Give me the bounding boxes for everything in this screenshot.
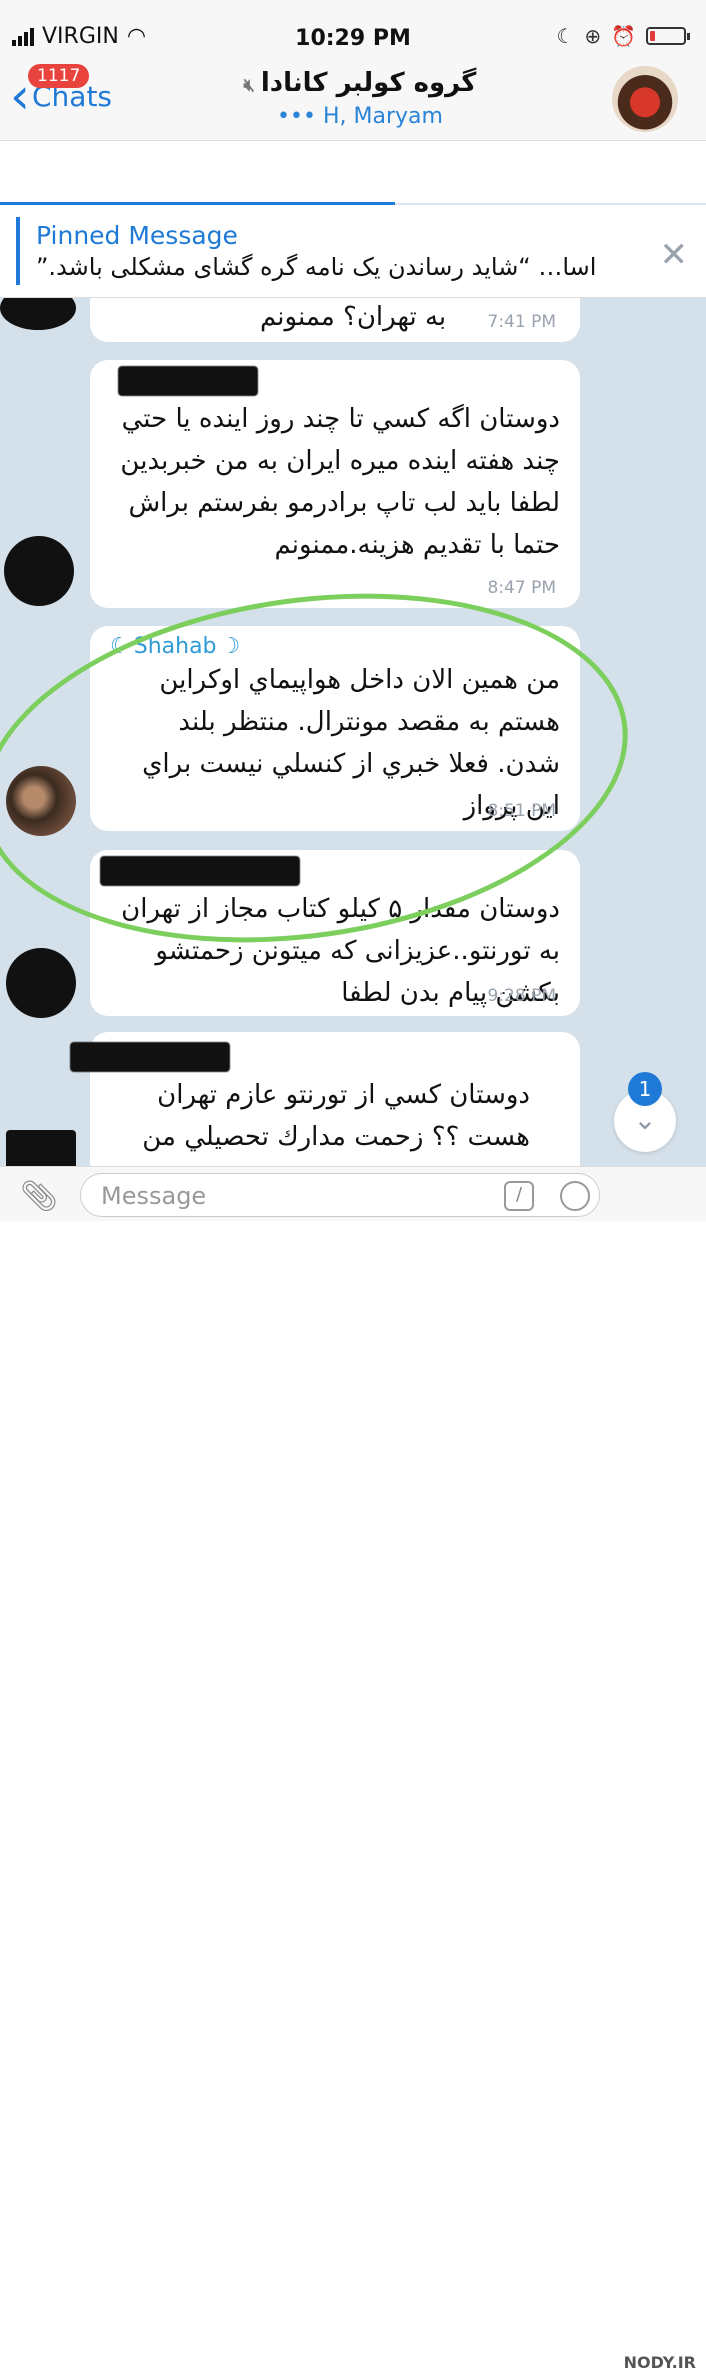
chat-title-row[interactable]: گروه کولبر کانادا🔇︎ [150,68,570,98]
message-bubble[interactable]: دوستان كسي از تورنتو عازم تهران هست ؟؟ ز… [70,1032,580,1166]
typing-status: ••• H, Maryam [277,104,443,129]
command-icon[interactable]: / [504,1181,534,1211]
message-bubble[interactable]: دوستان مقدار ۵ کیلو کتاب مجاز از تهران ب… [90,850,580,1016]
avatar[interactable] [6,1130,76,1166]
sender-row: ☾ Shahab ☽ [110,626,560,659]
pinned-accent-bar [16,217,20,285]
avatar[interactable] [4,536,74,606]
avatar[interactable] [6,948,76,1018]
redacted-sender [100,856,300,886]
status-bar: VIRGIN ◠ 10:29 PM ☾ ⊕ ⏰ [0,0,706,60]
chat-header: ‹ Chats 1117 گروه کولبر کانادا🔇︎ ••• H, … [0,58,706,141]
status-icons: ☾ ⊕ ⏰ [556,24,690,48]
message-time: 7:41 PM [487,312,557,332]
avatar[interactable] [0,298,76,330]
group-avatar[interactable] [612,66,678,132]
chevron-down-icon: ⌄ [633,1103,657,1136]
pinned-text: اسا… “شاید رساندن یک نامه گره گشای مشکلی… [36,253,597,281]
message-list[interactable]: به تهران؟ ممنونم 7:41 PM دوستان اگه كسي … [0,298,706,1166]
unread-badge: 1117 [28,64,90,88]
sticker-icon[interactable] [560,1181,590,1211]
redacted-sender [118,366,258,396]
message-bubble[interactable]: به تهران؟ ممنونم 7:41 PM [90,298,580,342]
avatar[interactable] [6,766,76,836]
chat-title: گروه کولبر کانادا [260,68,477,98]
composer: 📎︎ Message / NODY.IR [0,1166,706,2372]
watermark: NODY.IR [623,2353,696,2372]
alarm-icon: ⏰ [611,24,636,48]
message-bubble[interactable]: دوستان اگه كسي تا چند روز اينده يا حتي چ… [90,360,580,608]
redacted-sender [70,1042,230,1072]
chevron-left-icon: ‹ [10,67,30,125]
mute-icon: 🔇︎ [243,75,255,96]
paperclip-icon[interactable]: 📎︎ [20,1179,58,1214]
message-time: 9:28 PM [487,986,557,1006]
pinned-message[interactable]: Pinned Message اسا… “شاید رساندن یک نامه… [0,205,706,298]
crescent-icon: ☾ [110,634,130,659]
battery-icon [646,27,690,45]
close-icon[interactable]: ✕ [660,235,689,275]
message-time: 8:47 PM [487,578,557,598]
scroll-unread-badge: 1 [628,1072,662,1106]
header-divider [0,141,706,205]
lock-rotation-icon: ⊕ [584,24,602,48]
moon-icon: ☾ [556,24,575,48]
message-bubble[interactable]: ☾ Shahab ☽ من همين الان داخل هواپيماي اوكر… [90,626,580,831]
battery-level [650,31,655,41]
sender-name[interactable]: Shahab [134,634,217,659]
crescent-icon: ☽ [220,634,241,659]
message-time: 8:51 PM [487,801,557,821]
pinned-title: Pinned Message [36,221,238,250]
